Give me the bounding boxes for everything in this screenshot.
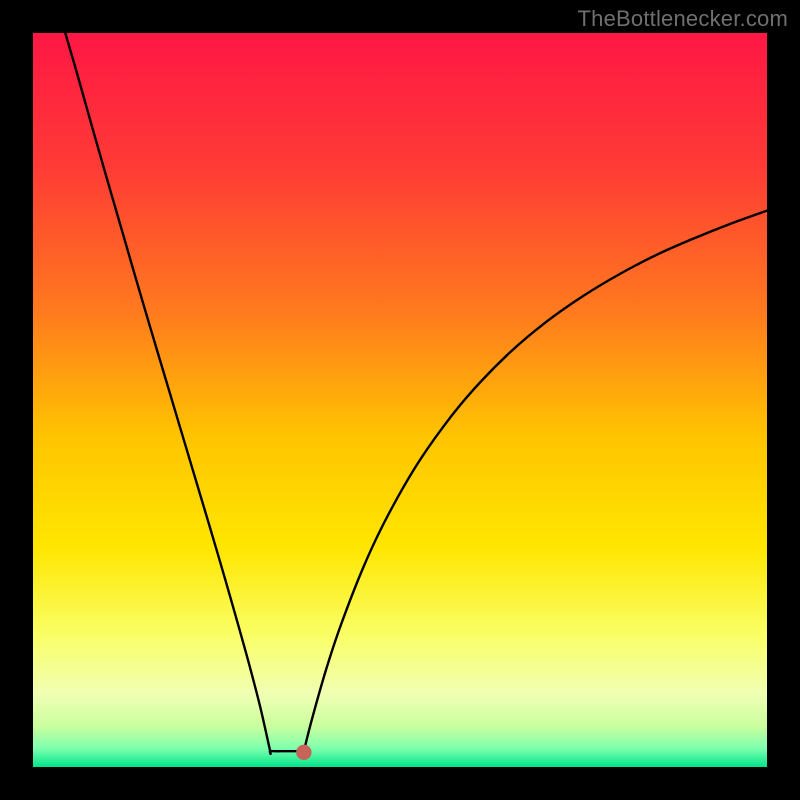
chart-plot-area bbox=[33, 33, 767, 767]
chart-svg bbox=[33, 33, 767, 767]
attribution-text: TheBottlenecker.com bbox=[578, 6, 788, 32]
gradient-background bbox=[33, 33, 767, 767]
outer-frame: TheBottlenecker.com bbox=[0, 0, 800, 800]
minimum-marker-icon bbox=[296, 745, 311, 760]
